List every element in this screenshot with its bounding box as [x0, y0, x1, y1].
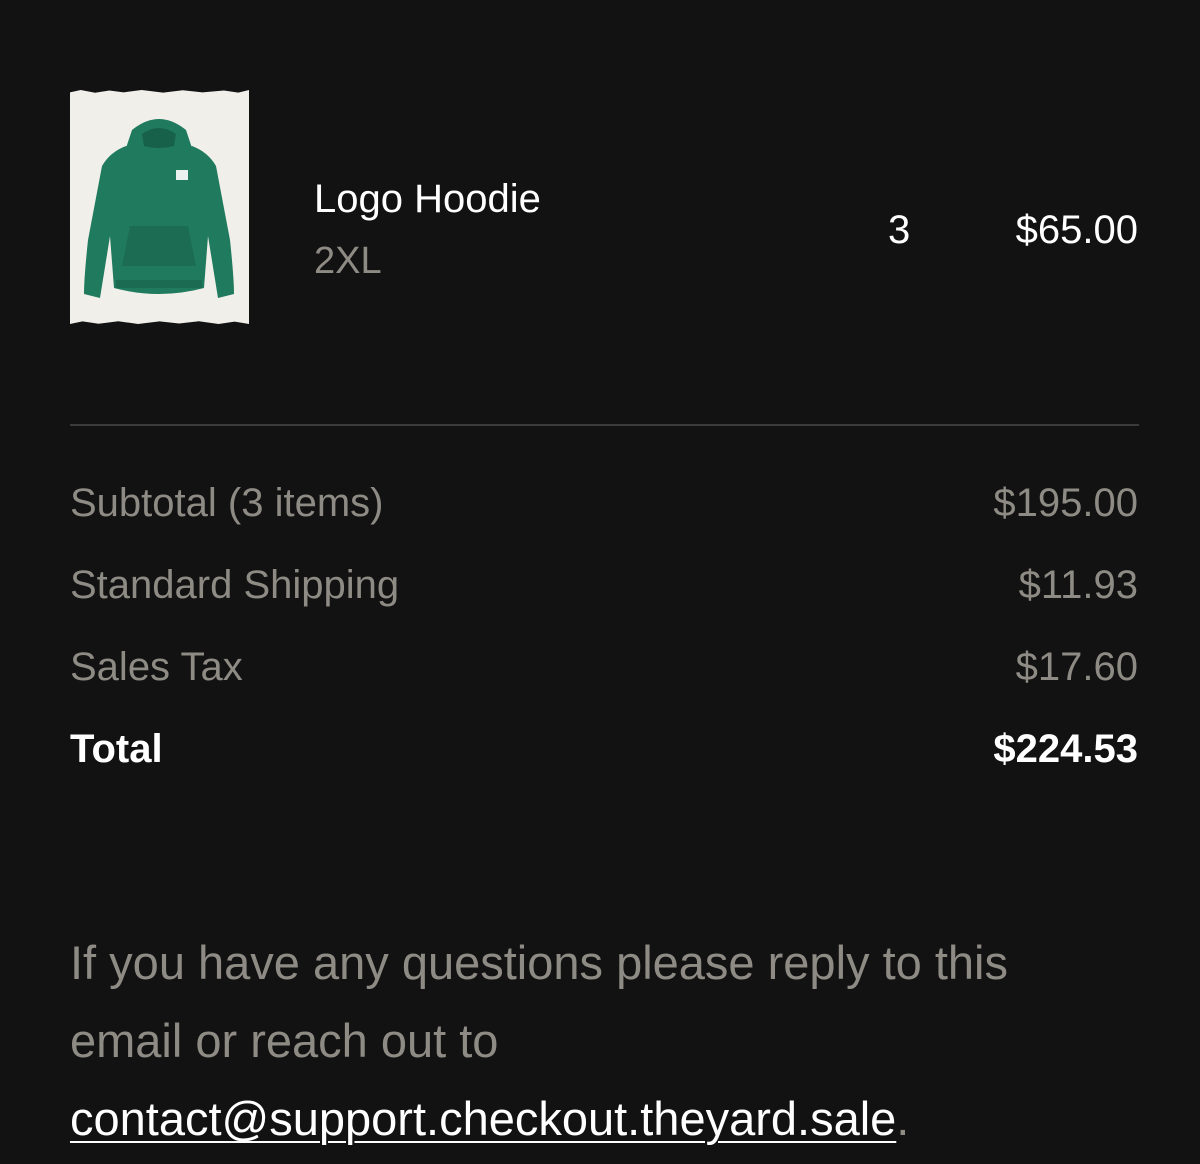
product-variant: 2XL: [314, 240, 382, 282]
product-quantity: 3: [888, 208, 911, 252]
product-thumbnail: [70, 90, 249, 324]
total-value: $224.53: [993, 727, 1138, 771]
subtotal-label: Subtotal (3 items): [70, 481, 384, 525]
shipping-label: Standard Shipping: [70, 563, 400, 607]
tax-label: Sales Tax: [70, 645, 243, 689]
tax-row: Sales Tax $17.60: [70, 640, 1138, 722]
order-email: Logo Hoodie 2XL 3 $65.00 Subtotal (3 ite…: [0, 0, 1200, 1164]
subtotal-row: Subtotal (3 items) $195.00: [70, 476, 1138, 558]
subtotal-value: $195.00: [993, 481, 1138, 525]
section-divider: [70, 424, 1139, 426]
order-line-item: Logo Hoodie 2XL 3 $65.00: [70, 90, 1138, 324]
total-label: Total: [70, 727, 163, 771]
support-message-text: If you have any questions please reply t…: [70, 936, 1008, 1067]
support-message: If you have any questions please reply t…: [70, 924, 1130, 1158]
shipping-value: $11.93: [1018, 563, 1138, 607]
support-message-period: .: [896, 1092, 910, 1145]
product-name: Logo Hoodie: [314, 177, 541, 221]
tax-value: $17.60: [1015, 645, 1138, 689]
hoodie-image: [84, 119, 234, 298]
product-price: $65.00: [1015, 208, 1138, 252]
shipping-row: Standard Shipping $11.93: [70, 558, 1138, 640]
support-email-link[interactable]: contact@support.checkout.theyard.sale: [70, 1092, 896, 1145]
total-row: Total $224.53: [70, 722, 1138, 804]
order-summary: Subtotal (3 items) $195.00 Standard Ship…: [70, 476, 1138, 804]
